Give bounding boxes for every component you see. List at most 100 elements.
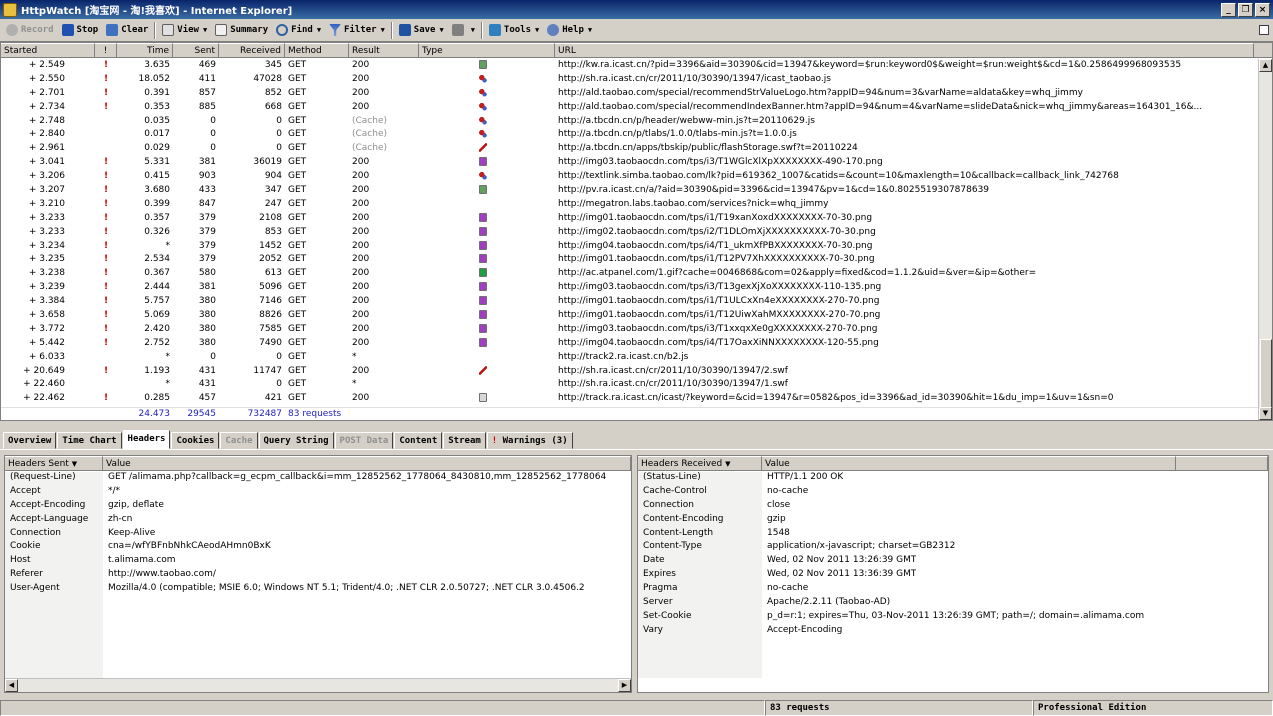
request-row[interactable]: + 22.462! 0.285 457 421 GET 200 http://track.r…	[1, 392, 1259, 406]
header-row[interactable]: Connection Keep-Alive	[5, 527, 631, 541]
url-cell: http://sh.ra.icast.cn/cr/2011/10/30390/1…	[558, 73, 831, 84]
header-row[interactable]: Content-Length 1548	[638, 527, 1268, 541]
header-row[interactable]: Referer http://www.taobao.com/	[5, 568, 631, 582]
time-cell: 3.635	[144, 60, 170, 70]
tab-content[interactable]: Content	[394, 432, 443, 449]
tools-button[interactable]: Tools ▼	[485, 20, 543, 41]
js-icon	[479, 101, 487, 111]
request-row[interactable]: + 3.206! 0.415 903 904 GET 200 http://textlink…	[1, 170, 1259, 184]
scroll-down-icon[interactable]: ▼	[1259, 407, 1272, 420]
horizontal-scrollbar[interactable]: ◀ ▶	[5, 678, 631, 692]
headers-sent-rows: (Request-Line) GET /alimama.php?callback=…	[5, 471, 631, 596]
print-button[interactable]: ▼	[448, 20, 479, 41]
record-button[interactable]: Record	[2, 20, 58, 41]
request-row[interactable]: + 2.840 0.017 0 0 GET (Cache) http://a.tbcdn.c…	[1, 128, 1259, 142]
column-result[interactable]: Result	[349, 43, 419, 57]
help-button[interactable]: Help ▼	[543, 20, 596, 41]
column-sent[interactable]: Sent	[173, 43, 219, 57]
clear-button[interactable]: Clear	[102, 20, 152, 41]
request-row[interactable]: + 20.649! 1.193 431 11747 GET 200 http://sh.ra…	[1, 365, 1259, 379]
column-headers-received[interactable]: Headers Received ▼	[638, 456, 762, 470]
request-row[interactable]: + 3.772! 2.420 380 7585 GET 200 http://img03.t…	[1, 323, 1259, 337]
tab-stream[interactable]: Stream	[443, 432, 486, 449]
request-row[interactable]: + 2.549! 3.635 469 345 GET 200 http://kw.ra.ic…	[1, 59, 1259, 73]
column-value[interactable]: Value	[103, 456, 631, 470]
tab-overview[interactable]: Overview	[3, 432, 57, 449]
header-row[interactable]: Server Apache/2.2.11 (Taobao-AD)	[638, 596, 1268, 610]
close-icon[interactable]: ×	[1255, 2, 1270, 17]
tab-cookies[interactable]: Cookies	[171, 432, 220, 449]
request-row[interactable]: + 3.041! 5.331 381 36019 GET 200 http://img03.…	[1, 156, 1259, 170]
column-type[interactable]: Type	[419, 43, 555, 57]
column-method[interactable]: Method	[285, 43, 349, 57]
request-row[interactable]: + 3.233! 0.326 379 853 GET 200 http://img02.ta…	[1, 226, 1259, 240]
header-row[interactable]: Accept */*	[5, 485, 631, 499]
column-value[interactable]: Value	[762, 456, 1176, 470]
header-row[interactable]: (Status-Line) HTTP/1.1 200 OK	[638, 471, 1268, 485]
header-row[interactable]: Host t.alimama.com	[5, 554, 631, 568]
vertical-scrollbar[interactable]: ▲ ▼	[1258, 59, 1272, 420]
header-row[interactable]: Content-Type application/x-javascript; ch…	[638, 540, 1268, 554]
scroll-up-icon[interactable]: ▲	[1259, 59, 1272, 72]
request-row[interactable]: + 3.239! 2.444 381 5096 GET 200 http://img03.t…	[1, 281, 1259, 295]
header-value: gzip, deflate	[108, 499, 164, 510]
minimize-icon[interactable]: _	[1221, 2, 1236, 17]
column-headers-sent[interactable]: Headers Sent ▼	[5, 456, 103, 470]
header-row[interactable]: Date Wed, 02 Nov 2011 13:26:39 GMT	[638, 554, 1268, 568]
find-button[interactable]: Find ▼	[272, 20, 325, 41]
warning-flag: !	[103, 226, 109, 237]
header-row[interactable]: Expires Wed, 02 Nov 2011 13:36:39 GMT	[638, 568, 1268, 582]
scroll-left-icon[interactable]: ◀	[5, 679, 18, 692]
view-button[interactable]: View ▼	[158, 20, 211, 41]
request-row[interactable]: + 3.207! 3.680 433 347 GET 200 http://pv.ra.ic…	[1, 184, 1259, 198]
scroll-thumb[interactable]	[1260, 339, 1272, 409]
request-row[interactable]: + 22.460 * 431 0 GET * http://sh.ra.icast.cn/c…	[1, 378, 1259, 392]
column-warning[interactable]: !	[95, 43, 117, 57]
header-row[interactable]: Accept-Language zh-cn	[5, 513, 631, 527]
tab-time-chart[interactable]: Time Chart	[57, 432, 122, 449]
request-row[interactable]: + 2.550! 18.052 411 47028 GET 200 http://sh.ra…	[1, 73, 1259, 87]
request-row[interactable]: + 3.238! 0.367 580 613 GET 200 http://ac.atpan…	[1, 267, 1259, 281]
stop-button[interactable]: Stop	[58, 20, 103, 41]
header-row[interactable]: Connection close	[638, 499, 1268, 513]
dock-icon[interactable]	[1259, 25, 1269, 35]
summary-button[interactable]: Summary	[211, 20, 272, 41]
request-row[interactable]: + 3.384! 5.757 380 7146 GET 200 http://img01.t…	[1, 295, 1259, 309]
header-row[interactable]: User-Agent Mozilla/4.0 (compatible; MSIE …	[5, 582, 631, 596]
request-row[interactable]: + 3.235! 2.534 379 2052 GET 200 http://img01.t…	[1, 253, 1259, 267]
scroll-right-icon[interactable]: ▶	[618, 679, 631, 692]
header-row[interactable]: Cookie cna=/wfYBFnbNhkCAeodAHmn0BxK	[5, 540, 631, 554]
tab-headers[interactable]: Headers	[122, 430, 171, 449]
request-row[interactable]: + 3.210! 0.399 847 247 GET 200 http://megatron…	[1, 198, 1259, 212]
request-row[interactable]: + 2.734! 0.353 885 668 GET 200 http://ald.taob…	[1, 101, 1259, 115]
started-cell: + 2.701	[28, 87, 65, 98]
header-value: application/x-javascript; charset=GB2312	[767, 541, 956, 552]
request-row[interactable]: + 3.658! 5.069 380 8826 GET 200 http://img01.t…	[1, 309, 1259, 323]
restore-icon[interactable]: ❐	[1238, 2, 1253, 17]
column-started[interactable]: Started	[1, 43, 95, 57]
request-row[interactable]: + 2.748 0.035 0 0 GET (Cache) http://a.tbcdn.c…	[1, 115, 1259, 129]
header-row[interactable]: Set-Cookie p_d=r:1; expires=Thu, 03-Nov-2…	[638, 610, 1268, 624]
request-row[interactable]: + 2.701! 0.391 857 852 GET 200 http://ald.taob…	[1, 87, 1259, 101]
column-time[interactable]: Time	[117, 43, 173, 57]
request-row[interactable]: + 3.234! * 379 1452 GET 200 http://img04.taoba…	[1, 240, 1259, 254]
header-row[interactable]: Vary Accept-Encoding	[638, 624, 1268, 638]
column-received[interactable]: Received	[219, 43, 285, 57]
request-row[interactable]: + 3.233! 0.357 379 2108 GET 200 http://img01.t…	[1, 212, 1259, 226]
request-row[interactable]: + 2.961 0.029 0 0 GET (Cache) http://a.tbcdn.c…	[1, 142, 1259, 156]
header-row[interactable]: Pragma no-cache	[638, 582, 1268, 596]
header-row[interactable]: Cache-Control no-cache	[638, 485, 1268, 499]
column-url[interactable]: URL	[555, 43, 1254, 57]
request-row[interactable]: + 5.442! 2.752 380 7490 GET 200 http://img04.t…	[1, 337, 1259, 351]
tab-query-string[interactable]: Query String	[258, 432, 334, 449]
header-row[interactable]: Content-Encoding gzip	[638, 513, 1268, 527]
tab-warnings-3[interactable]: ! Warnings (3)	[486, 432, 573, 449]
request-rows: + 2.549! 3.635 469 345 GET 200 http://kw.ra.ic…	[1, 59, 1259, 407]
header-row[interactable]: (Request-Line) GET /alimama.php?callback=…	[5, 471, 631, 485]
tab-post-data[interactable]: POST Data	[334, 432, 394, 449]
tab-cache[interactable]: Cache	[220, 432, 258, 449]
request-row[interactable]: + 6.033 * 0 0 GET * http://track2.ra.icast.cn/…	[1, 351, 1259, 365]
filter-button[interactable]: Filter ▼	[325, 20, 389, 41]
header-row[interactable]: Accept-Encoding gzip, deflate	[5, 499, 631, 513]
save-button[interactable]: Save ▼	[395, 20, 448, 41]
